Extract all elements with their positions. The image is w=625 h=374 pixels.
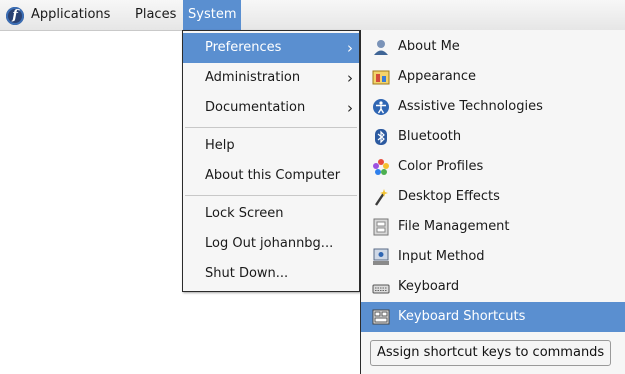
keyboard-shortcuts-icon xyxy=(372,308,390,326)
menu-item-label: Desktop Effects xyxy=(398,189,500,204)
menu-item-preferences[interactable]: Preferences › xyxy=(183,33,359,63)
applications-menu[interactable]: Applications xyxy=(26,0,115,30)
menu-item-label: About Me xyxy=(398,39,460,54)
appearance-icon xyxy=(372,68,390,86)
menu-item-about-computer[interactable]: About this Computer xyxy=(183,161,359,191)
menu-separator xyxy=(185,127,357,128)
menu-item-label: Color Profiles xyxy=(398,159,484,174)
menu-item-label: Administration xyxy=(205,70,301,85)
menu-item-color-profiles[interactable]: Color Profiles xyxy=(361,152,625,182)
about-me-icon xyxy=(372,38,390,56)
color-profiles-icon xyxy=(372,158,390,176)
menu-item-help[interactable]: Help xyxy=(183,131,359,161)
keyboard-icon xyxy=(372,278,390,296)
menu-item-label: File Management xyxy=(398,219,510,234)
menu-item-bluetooth[interactable]: Bluetooth xyxy=(361,122,625,152)
top-panel: f Applications Places System xyxy=(0,0,625,31)
menu-item-input-method[interactable]: Input Method xyxy=(361,242,625,272)
places-menu[interactable]: Places xyxy=(130,0,181,30)
system-menu[interactable]: System xyxy=(183,0,242,30)
file-management-icon xyxy=(372,218,390,236)
bluetooth-icon xyxy=(372,128,390,146)
chevron-right-icon: › xyxy=(347,39,353,57)
chevron-right-icon: › xyxy=(347,99,353,117)
menu-item-shut-down[interactable]: Shut Down... xyxy=(183,259,359,289)
menu-item-desktop-effects[interactable]: Desktop Effects xyxy=(361,182,625,212)
menu-item-appearance[interactable]: Appearance xyxy=(361,62,625,92)
menu-item-keyboard-shortcuts[interactable]: Keyboard Shortcuts xyxy=(361,302,625,332)
menu-item-label: Documentation xyxy=(205,100,306,115)
menu-item-log-out[interactable]: Log Out johannbg... xyxy=(183,229,359,259)
menu-item-file-management[interactable]: File Management xyxy=(361,212,625,242)
menu-item-label: Input Method xyxy=(398,249,485,264)
menu-item-label: Keyboard xyxy=(398,279,460,294)
menu-item-assistive-technologies[interactable]: Assistive Technologies xyxy=(361,92,625,122)
menu-item-label: Appearance xyxy=(398,69,477,84)
fedora-logo-icon[interactable]: f xyxy=(6,7,24,25)
tooltip: Assign shortcut keys to commands xyxy=(370,340,612,366)
preferences-submenu: About Me Appearance Assistive Technologi… xyxy=(360,30,625,374)
accessibility-icon xyxy=(372,98,390,116)
menu-item-about-me[interactable]: About Me xyxy=(361,32,625,62)
system-dropdown: Preferences › Administration › Documenta… xyxy=(182,30,360,292)
menu-item-keyboard[interactable]: Keyboard xyxy=(361,272,625,302)
menu-item-lock-screen[interactable]: Lock Screen xyxy=(183,199,359,229)
menu-item-label: Assistive Technologies xyxy=(398,99,543,114)
menu-item-administration[interactable]: Administration › xyxy=(183,63,359,93)
input-method-icon xyxy=(372,248,390,266)
chevron-right-icon: › xyxy=(347,69,353,87)
menu-separator xyxy=(185,195,357,196)
menu-item-label: Keyboard Shortcuts xyxy=(398,309,526,324)
menu-item-documentation[interactable]: Documentation › xyxy=(183,93,359,123)
menu-item-label: Bluetooth xyxy=(398,129,462,144)
desktop-effects-icon xyxy=(372,188,390,206)
menu-item-label: Preferences xyxy=(205,40,282,55)
